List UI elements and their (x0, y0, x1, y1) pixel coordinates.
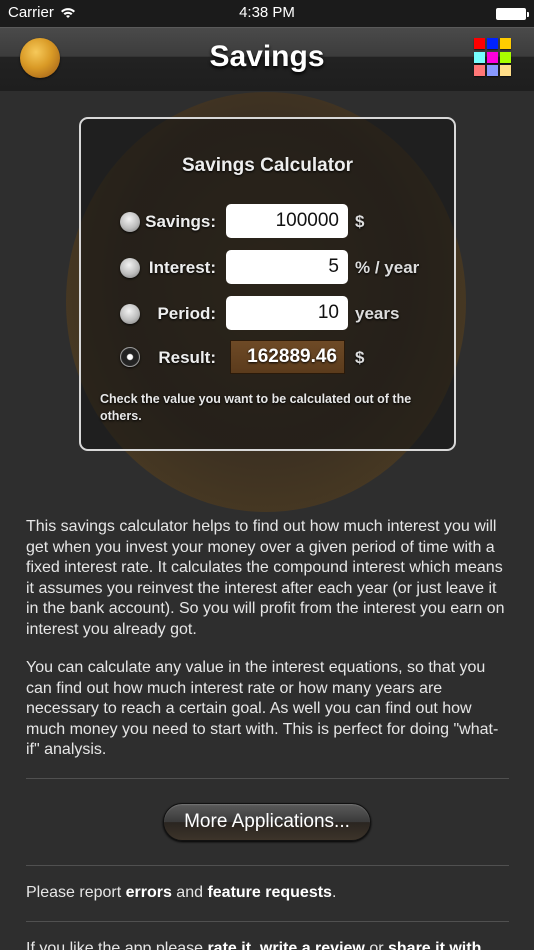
savings-input[interactable] (226, 204, 348, 238)
interest-unit: % / year (355, 258, 420, 277)
interest-input[interactable] (226, 250, 348, 284)
rate-it-link[interactable]: rate it (207, 940, 251, 950)
grid-square (500, 51, 511, 63)
result-label: Result: (158, 348, 216, 367)
period-radio[interactable] (120, 304, 140, 324)
apps-grid-icon[interactable] (474, 38, 513, 77)
like-prefix: If you like the app please (26, 940, 208, 950)
grid-square (487, 38, 498, 49)
feature-requests-link[interactable]: feature requests (207, 884, 332, 901)
report-suffix: . (331, 884, 337, 901)
period-label: Period: (157, 304, 216, 323)
like-sep-1: , (251, 940, 260, 950)
report-text: Please report errors and feature request… (26, 884, 336, 902)
interest-row: Interest: % / year (81, 250, 454, 286)
battery-icon (496, 8, 529, 20)
errors-link[interactable]: errors (126, 884, 172, 901)
grid-square (500, 65, 511, 77)
more-applications-button[interactable]: More Applications... (163, 803, 371, 841)
write-review-link[interactable]: write a review (260, 940, 365, 950)
grid-square (500, 38, 511, 49)
grid-square (474, 51, 485, 63)
savings-unit: $ (355, 212, 365, 231)
status-bar: Carrier 4:38 PM (0, 0, 534, 27)
result-row: Result: 162889.46 $ (81, 340, 454, 376)
period-input[interactable] (226, 296, 348, 330)
page-title: Savings (209, 40, 325, 73)
description-paragraph-2: You can calculate any value in the inter… (26, 659, 499, 759)
share-it-link[interactable]: share it with (388, 940, 481, 950)
savings-row: Savings: $ (81, 204, 454, 240)
result-radio[interactable] (120, 347, 140, 367)
period-unit: years (355, 304, 400, 323)
calculator-panel: Savings Calculator Savings: $ Interest: … (79, 117, 456, 451)
divider (26, 921, 509, 922)
navigation-bar: Savings (0, 27, 534, 91)
grid-square (474, 65, 485, 77)
result-value: 162889.46 (230, 340, 345, 374)
status-time: 4:38 PM (239, 4, 295, 21)
like-sep-2: or (364, 940, 388, 950)
calculator-hint: Check the value you want to be calculate… (100, 392, 412, 423)
like-text: If you like the app please rate it, writ… (26, 940, 481, 950)
report-prefix: Please report (26, 884, 126, 901)
grid-square (487, 51, 498, 63)
report-middle: and (171, 884, 208, 901)
interest-label: Interest: (148, 258, 216, 277)
grid-square (474, 38, 485, 49)
grid-square (487, 65, 498, 77)
interest-radio[interactable] (120, 258, 140, 278)
period-row: Period: years (81, 296, 454, 332)
result-unit: $ (355, 348, 365, 367)
calculator-title: Savings Calculator (181, 155, 354, 176)
divider (26, 778, 509, 779)
savings-label: Savings: (145, 212, 216, 231)
divider (26, 865, 509, 866)
description-paragraph-1: This savings calculator helps to find ou… (26, 518, 505, 638)
savings-radio[interactable] (120, 212, 140, 232)
